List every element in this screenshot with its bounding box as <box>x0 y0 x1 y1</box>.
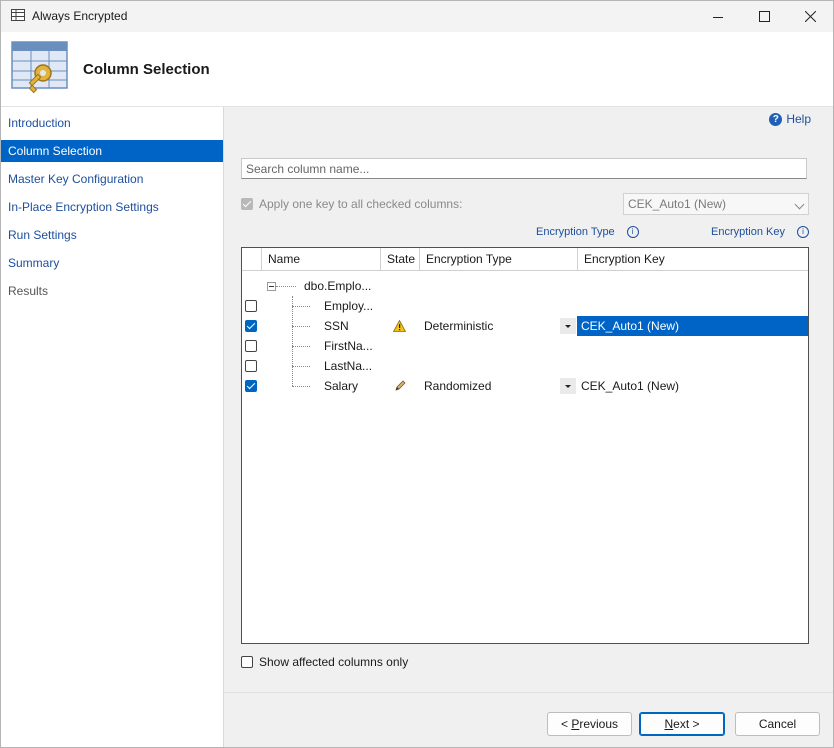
encryption-type-dropdown[interactable] <box>560 378 576 394</box>
grid-header-name[interactable]: Name <box>262 248 381 270</box>
encryption-key-legend: Encryption Key i <box>711 226 809 238</box>
apply-one-key-checkbox-box[interactable] <box>241 198 253 210</box>
next-rest: ext <box>673 717 690 731</box>
previous-prefix: < <box>560 717 572 731</box>
column-selection-panel: ? Help Apply one key to all checked colu… <box>224 107 833 747</box>
next-suffix: > <box>689 717 700 731</box>
table-name: dbo.Emplo... <box>304 279 372 293</box>
minimize-button[interactable] <box>695 1 741 32</box>
column-name: Salary <box>324 379 359 393</box>
always-encrypted-window: Always Encrypted Column Selection Introd… <box>0 0 834 748</box>
nav-master-key-configuration[interactable]: Master Key Configuration <box>1 168 223 190</box>
show-affected-checkbox[interactable]: Show affected columns only <box>241 655 408 669</box>
previous-rest: revious <box>579 717 619 731</box>
grid-header-select <box>242 248 262 270</box>
nav-in-place-encryption-settings[interactable]: In-Place Encryption Settings <box>1 196 223 218</box>
tree-connector <box>292 346 310 347</box>
encryption-type-legend: Encryption Type i <box>536 226 639 238</box>
show-affected-label: Show affected columns only <box>259 655 409 669</box>
row-checkbox[interactable] <box>245 340 257 352</box>
grid-header-encryption-type[interactable]: Encryption Type <box>420 248 578 270</box>
row-checkbox[interactable] <box>245 320 257 332</box>
nav-run-settings[interactable]: Run Settings <box>1 224 223 246</box>
encryption-type-legend-label: Encryption Type <box>536 226 615 238</box>
table-row-dbo-employees[interactable]: dbo.Emplo... <box>242 276 808 296</box>
next-button[interactable]: Next > <box>639 712 725 736</box>
table-row[interactable]: SSN Deterministic CEK_Auto1 (New) <box>242 316 808 336</box>
maximize-button[interactable] <box>741 1 787 32</box>
page-header: Column Selection <box>1 32 833 107</box>
encryption-key-legend-label: Encryption Key <box>711 226 785 238</box>
row-checkbox[interactable] <box>245 300 257 312</box>
nav-column-selection[interactable]: Column Selection <box>1 140 223 162</box>
table-key-icon <box>11 41 68 94</box>
window-title: Always Encrypted <box>32 9 128 23</box>
encryption-type-value: Deterministic <box>424 319 494 333</box>
grid-header-state[interactable]: State <box>381 248 420 270</box>
row-checkbox[interactable] <box>245 380 257 392</box>
encryption-type-dropdown[interactable] <box>560 318 576 334</box>
help-label: Help <box>786 112 811 126</box>
next-mnemonic: N <box>664 717 674 731</box>
page-title: Column Selection <box>83 61 210 78</box>
minimize-icon <box>713 16 723 18</box>
tree-connector <box>292 306 310 307</box>
search-column-input[interactable] <box>241 158 807 179</box>
grid-header-encryption-key[interactable]: Encryption Key <box>578 248 808 270</box>
encryption-key-cell[interactable]: CEK_Auto1 (New) <box>577 316 808 336</box>
collapse-icon[interactable] <box>267 282 276 291</box>
warning-icon <box>393 320 406 332</box>
encryption-key-cell[interactable]: CEK_Auto1 (New) <box>577 376 808 396</box>
close-button[interactable] <box>787 1 833 32</box>
nav-summary[interactable]: Summary <box>1 252 223 274</box>
table-row[interactable]: FirstNa... <box>242 336 808 356</box>
nav-results: Results <box>8 284 49 298</box>
info-icon[interactable]: i <box>796 226 809 238</box>
column-selection-grid[interactable]: Name State Encryption Type Encryption Ke… <box>241 247 809 644</box>
row-checkbox[interactable] <box>245 360 257 372</box>
table-row[interactable]: Employ... <box>242 296 808 316</box>
nav-introduction[interactable]: Introduction <box>1 112 223 134</box>
column-name: LastNa... <box>324 359 373 373</box>
tree-connector <box>292 386 310 387</box>
apply-one-key-checkbox[interactable]: Apply one key to all checked columns: <box>241 197 462 211</box>
column-name: Employ... <box>324 299 374 313</box>
previous-button[interactable]: < Previous <box>547 712 632 736</box>
cancel-button[interactable]: Cancel <box>735 712 820 736</box>
wizard-nav: Introduction Column Selection Master Key… <box>1 107 224 747</box>
encryption-type-value: Randomized <box>424 379 492 393</box>
apply-key-select-value: CEK_Auto1 (New) <box>628 197 727 211</box>
tree-connector <box>276 286 296 287</box>
table-row[interactable]: Salary Randomized CEK_Auto1 (New) <box>242 376 808 396</box>
footer-divider <box>224 692 833 693</box>
apply-key-select[interactable]: CEK_Auto1 (New) <box>623 193 809 215</box>
apply-one-key-label: Apply one key to all checked columns: <box>259 197 463 211</box>
grid-header: Name State Encryption Type Encryption Ke… <box>242 248 808 271</box>
column-name: FirstNa... <box>324 339 373 353</box>
column-name: SSN <box>324 319 349 333</box>
title-bar: Always Encrypted <box>1 1 833 32</box>
show-affected-checkbox-box[interactable] <box>241 656 253 668</box>
chevron-down-icon <box>794 199 805 210</box>
help-link[interactable]: ? Help <box>769 112 811 126</box>
table-row[interactable]: LastNa... <box>242 356 808 376</box>
tree-connector <box>292 326 310 327</box>
tree-connector <box>292 366 310 367</box>
close-icon <box>804 11 816 22</box>
pencil-icon <box>395 380 406 391</box>
maximize-icon <box>758 11 770 22</box>
table-icon <box>11 9 25 21</box>
info-icon[interactable]: i <box>626 226 639 238</box>
help-icon: ? <box>769 112 783 126</box>
